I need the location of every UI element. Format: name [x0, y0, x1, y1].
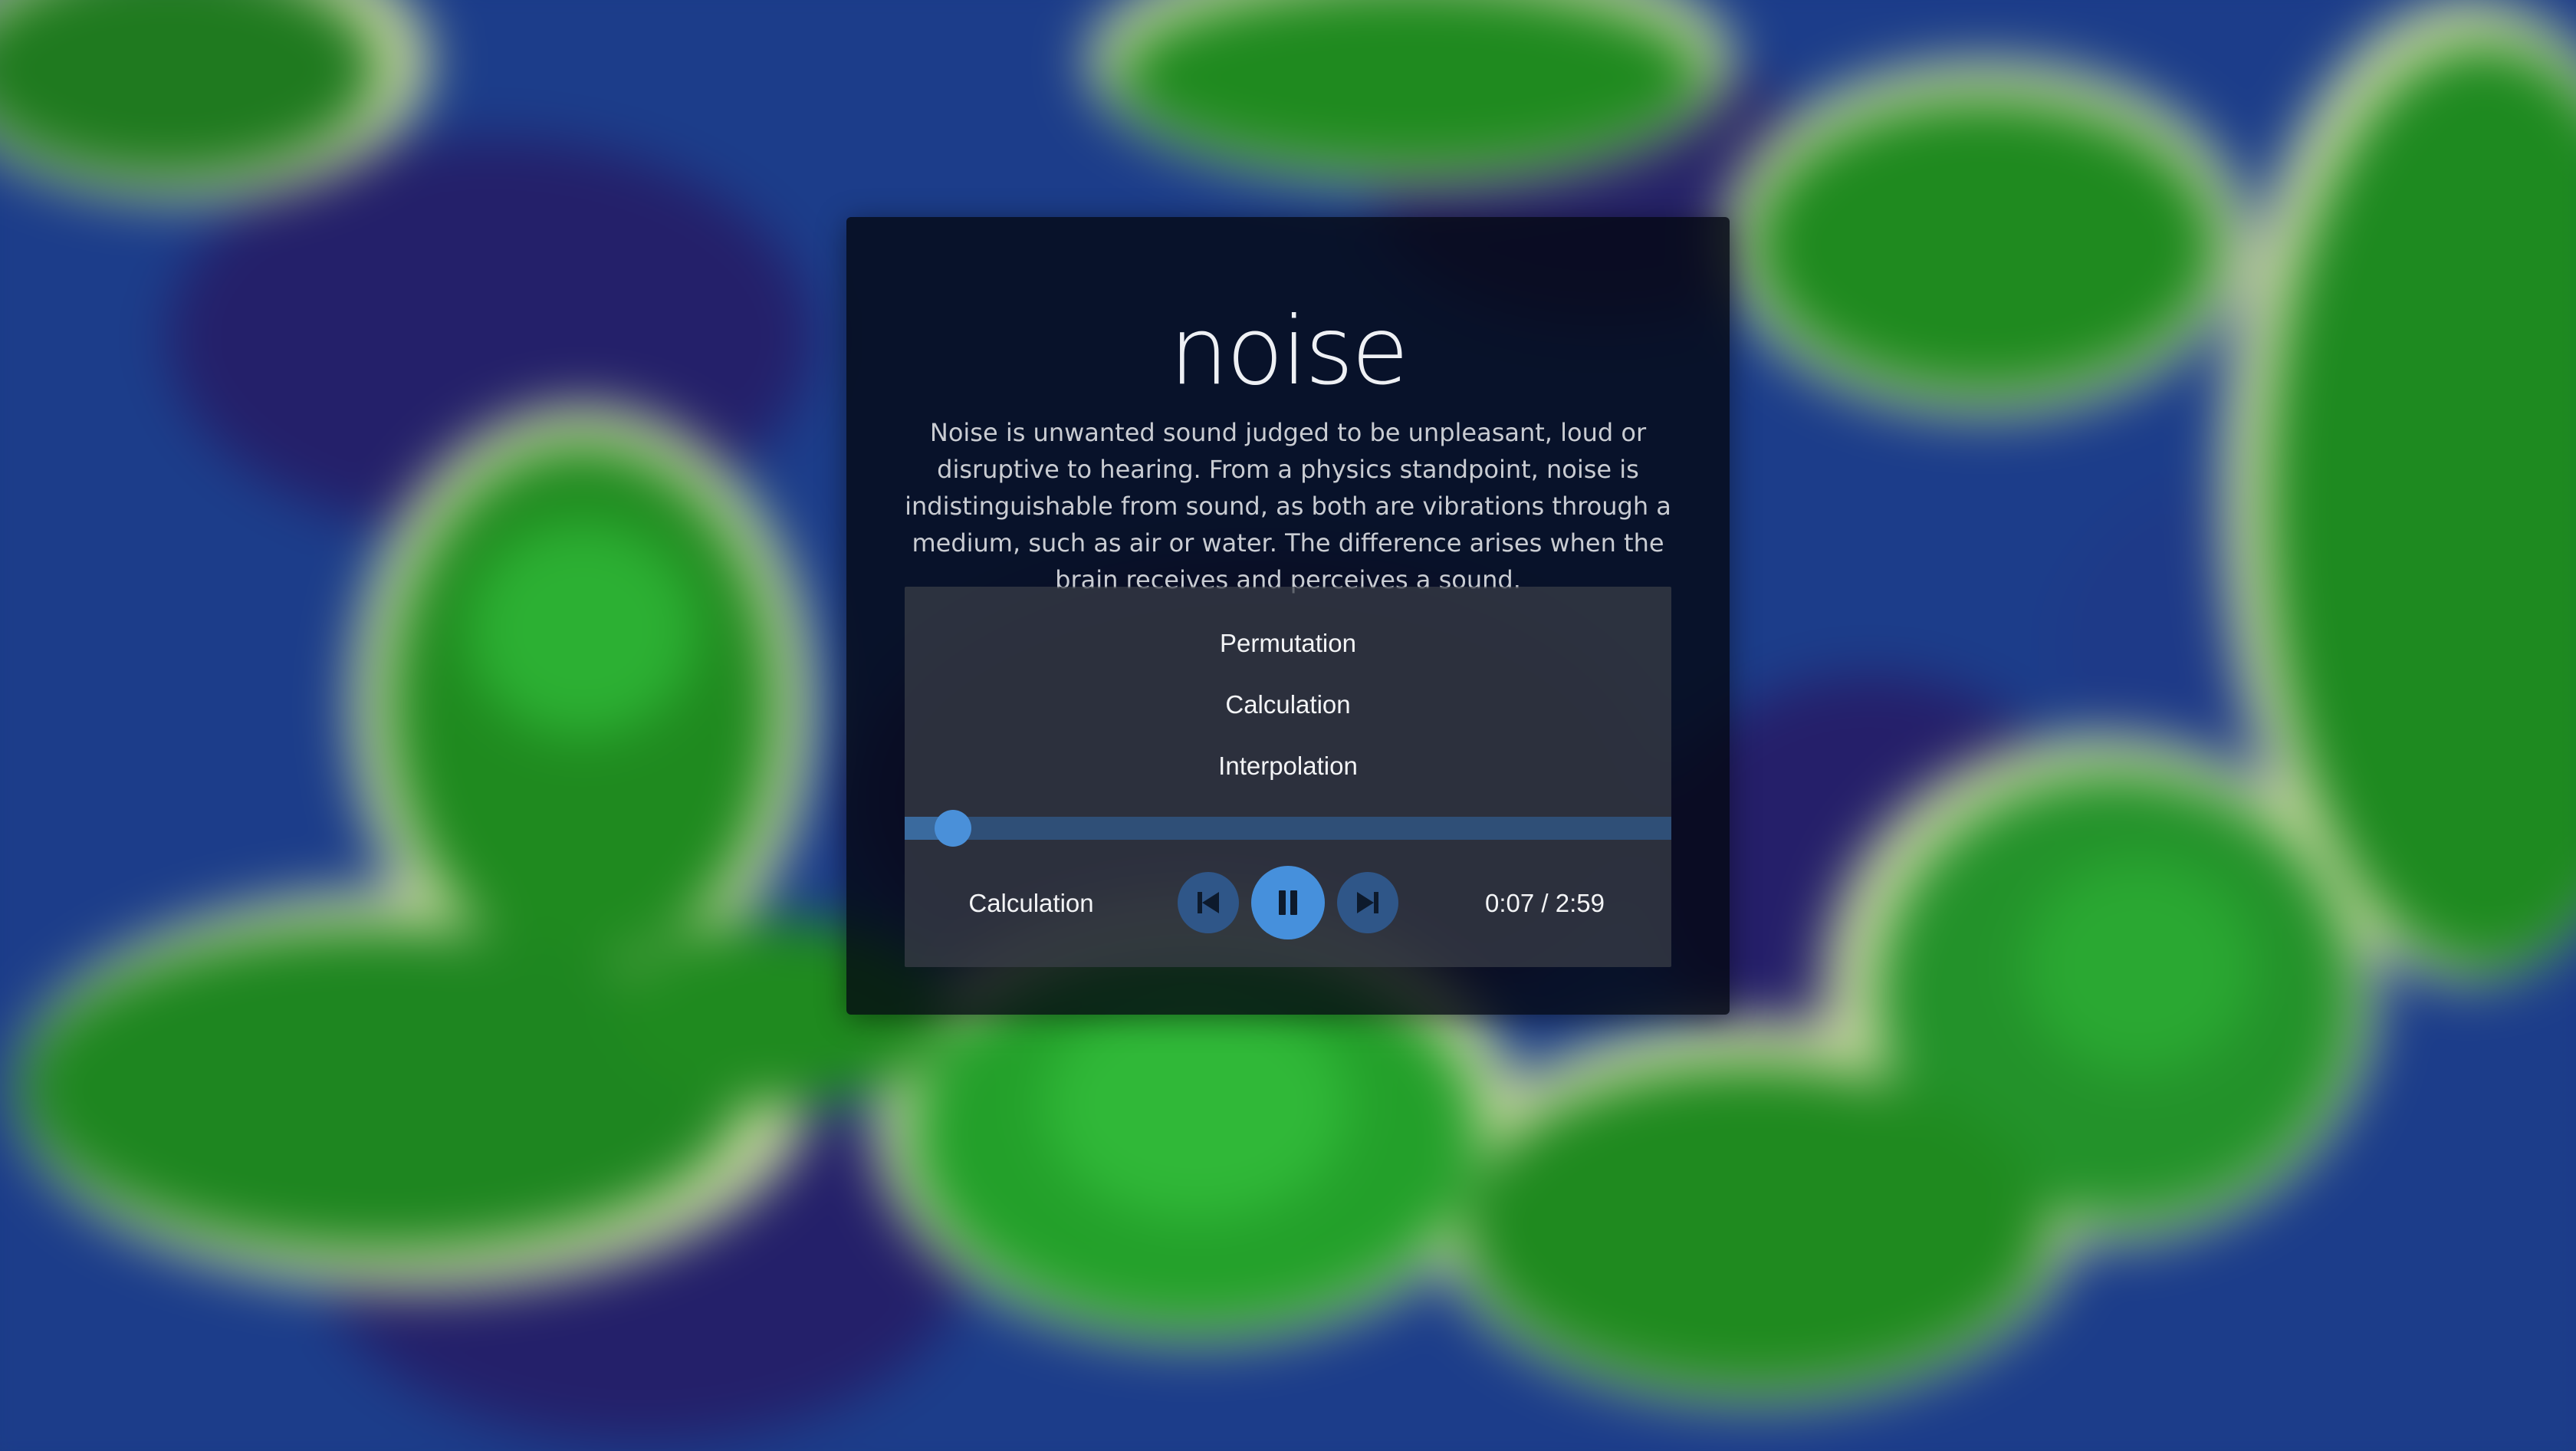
skip-next-icon — [1357, 892, 1378, 913]
play-pause-button[interactable] — [1251, 866, 1325, 939]
seek-thumb[interactable] — [935, 810, 971, 847]
playlist-item-interpolation[interactable]: Interpolation — [905, 752, 1671, 781]
now-playing-title: Calculation — [968, 889, 1094, 917]
info-card: noise Noise is unwanted sound judged to … — [846, 217, 1730, 1015]
audio-player: Permutation Calculation Interpolation Ca… — [905, 587, 1671, 967]
playlist-item-calculation[interactable]: Calculation — [905, 690, 1671, 719]
time-display: 0:07 / 2:59 — [1485, 889, 1605, 917]
page-title: noise — [1169, 297, 1408, 406]
pause-icon — [1279, 890, 1297, 915]
previous-track-button[interactable] — [1178, 872, 1239, 933]
skip-previous-icon — [1198, 892, 1219, 913]
playlist-item-permutation[interactable]: Permutation — [905, 629, 1671, 658]
description-text: Noise is unwanted sound judged to be unp… — [905, 418, 1671, 594]
next-track-button[interactable] — [1337, 872, 1398, 933]
seek-bar[interactable] — [905, 810, 1671, 847]
